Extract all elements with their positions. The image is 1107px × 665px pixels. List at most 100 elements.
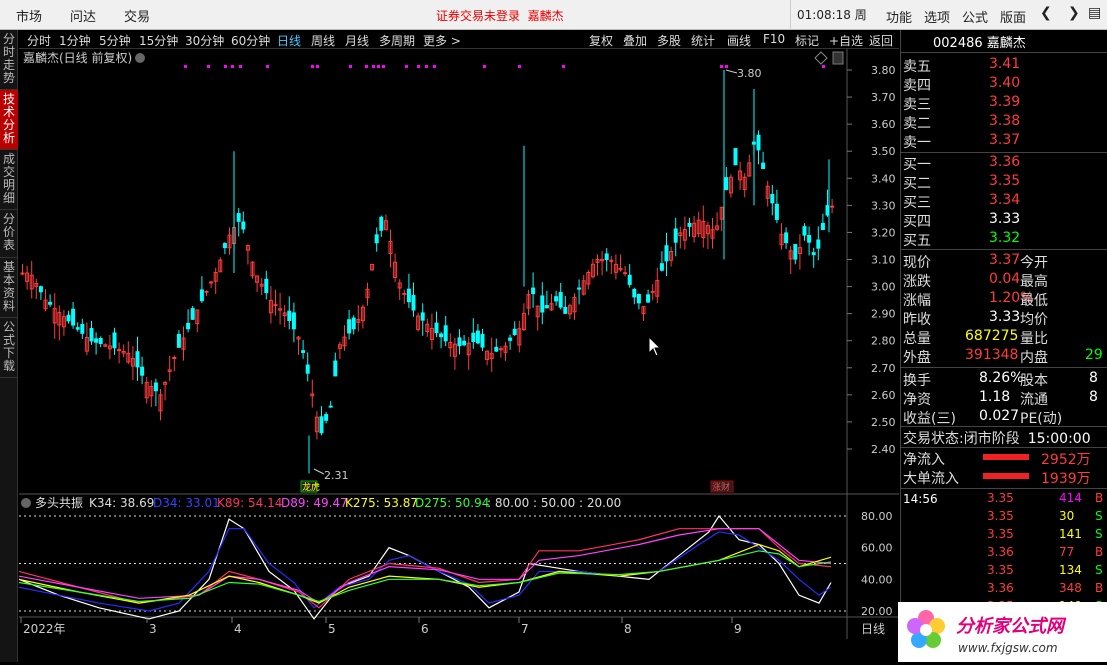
tab-intraday[interactable]: 分时走势 [0,30,18,90]
signal-dot [231,65,234,68]
back-arrow-icon[interactable]: ❮ [1040,5,1052,21]
candle-body [406,288,411,303]
tab-fundamentals[interactable]: 基本资料 [0,258,18,318]
signal-dot [266,65,269,68]
candle-body [802,226,807,236]
signal-dot [425,65,428,68]
tab-formula-download[interactable]: 公式下载 [0,318,18,378]
menu-wenda[interactable]: 问达 [70,6,96,25]
ask-row: 卖五 3.41 [903,56,1021,75]
stat-row: 涨幅 1.20% 最低 [903,290,1048,309]
candle-body [66,314,71,322]
period-intraday[interactable]: 分时 [27,32,51,49]
candle-body [71,308,76,326]
bid-row: 买一 3.36 [903,154,1021,173]
candle-body [604,253,609,261]
candle-body [112,332,117,349]
period-monthly[interactable]: 月线 [345,32,369,49]
candle-body [305,364,310,374]
candle-body [333,360,338,377]
tool-stats[interactable]: 统计 [691,32,715,49]
candle-body [38,286,43,293]
signal-dot [184,65,187,68]
candle-body [627,274,632,285]
flow-bar [983,473,1029,479]
price-tick: 3.00 [871,281,896,294]
signal-dot [720,65,723,68]
menu-market[interactable]: 市场 [16,6,42,25]
period-label: 日线 [861,622,885,636]
period-daily[interactable]: 日线 [277,32,301,49]
candle-body [830,205,835,208]
scroll-handle[interactable] [832,51,844,65]
period-1min[interactable]: 1分钟 [59,32,91,49]
signal-dot [311,65,314,68]
candle-body [724,177,729,191]
signal-dot [316,65,319,68]
signal-dot [725,65,728,68]
candle-body [820,222,825,230]
period-weekly[interactable]: 周线 [311,32,335,49]
candle-body [540,295,545,313]
candle-body [761,162,766,170]
tab-technical[interactable]: 技术分析 [0,90,18,150]
candle-body [636,294,641,304]
tool-mark[interactable]: 标记 [795,32,819,49]
tool-draw[interactable]: 画线 [727,32,751,49]
candle-body [190,308,195,320]
menu-trade[interactable]: 交易 [124,6,150,25]
stat-row: 外盘 391348 内盘 29 [903,347,1103,366]
period-5min[interactable]: 5分钟 [99,32,131,49]
period-60min[interactable]: 60分钟 [231,32,270,49]
candle-body [659,263,664,271]
price-tick: 2.40 [871,443,896,456]
tool-f10[interactable]: F10 [763,32,785,46]
candle-body [475,330,480,344]
chart-settings-icon[interactable] [135,53,145,63]
clock: 01:08:18 周一 [790,0,870,52]
forward-arrow-icon[interactable]: ❯ [1068,5,1080,21]
menu-bar: 市场 问达 交易 证券交易未登录 嘉麟杰 01:08:18 周一 功能 选项 公… [0,0,1107,52]
menu-icon[interactable]: ▤ [1088,5,1101,21]
price-tick: 3.30 [871,199,896,212]
price-tick: 3.10 [871,254,896,267]
tool-adjust[interactable]: 复权 [589,32,613,49]
candle-body [324,414,329,421]
candle-body [494,346,499,352]
menu-formula[interactable]: 公式 [962,7,988,26]
chart-area[interactable]: 嘉麟杰(日线 前复权) 3.80 3.70 3.60 3.50 3.40 3.30 3.20… [18,49,899,639]
candle-body [471,332,476,343]
signal-dot [239,65,242,68]
menu-function[interactable]: 功能 [886,7,912,26]
tool-multi-stock[interactable]: 多股 [657,32,681,49]
price-tick: 3.50 [871,145,896,158]
high-label: 3.80 [737,67,762,80]
date-tick: 7 [521,622,529,636]
date-tick: 3 [149,622,157,636]
candle-body [577,287,582,290]
candle-body [457,337,462,347]
tool-add-watch[interactable]: +自选 [829,32,863,49]
indicator-settings-icon[interactable] [21,498,31,508]
signal-dot [417,65,420,68]
stat-row: 总量 687275 量比 [903,328,1048,347]
candle-body [20,272,25,275]
tool-back[interactable]: 返回 [869,32,893,49]
candle-body [462,340,467,346]
period-multi[interactable]: 多周期 [379,32,415,49]
menu-layout[interactable]: 版面 [1000,7,1026,26]
period-15min[interactable]: 15分钟 [139,32,178,49]
tool-overlay[interactable]: 叠加 [623,32,647,49]
candle-body [816,239,821,249]
tab-price-table[interactable]: 分价表 [0,210,18,258]
menu-options[interactable]: 选项 [924,7,950,26]
price-tick: 2.50 [871,416,896,429]
indicator-tick: 40.00 [861,573,893,586]
flow-row: 净流入 2952万 [903,452,1091,468]
period-more[interactable]: 更多 > [423,32,461,49]
candle-body [264,278,269,294]
period-30min[interactable]: 30分钟 [185,32,224,49]
tab-deals[interactable]: 成交明细 [0,150,18,210]
signal-dot [405,65,408,68]
candle-body [209,281,214,284]
